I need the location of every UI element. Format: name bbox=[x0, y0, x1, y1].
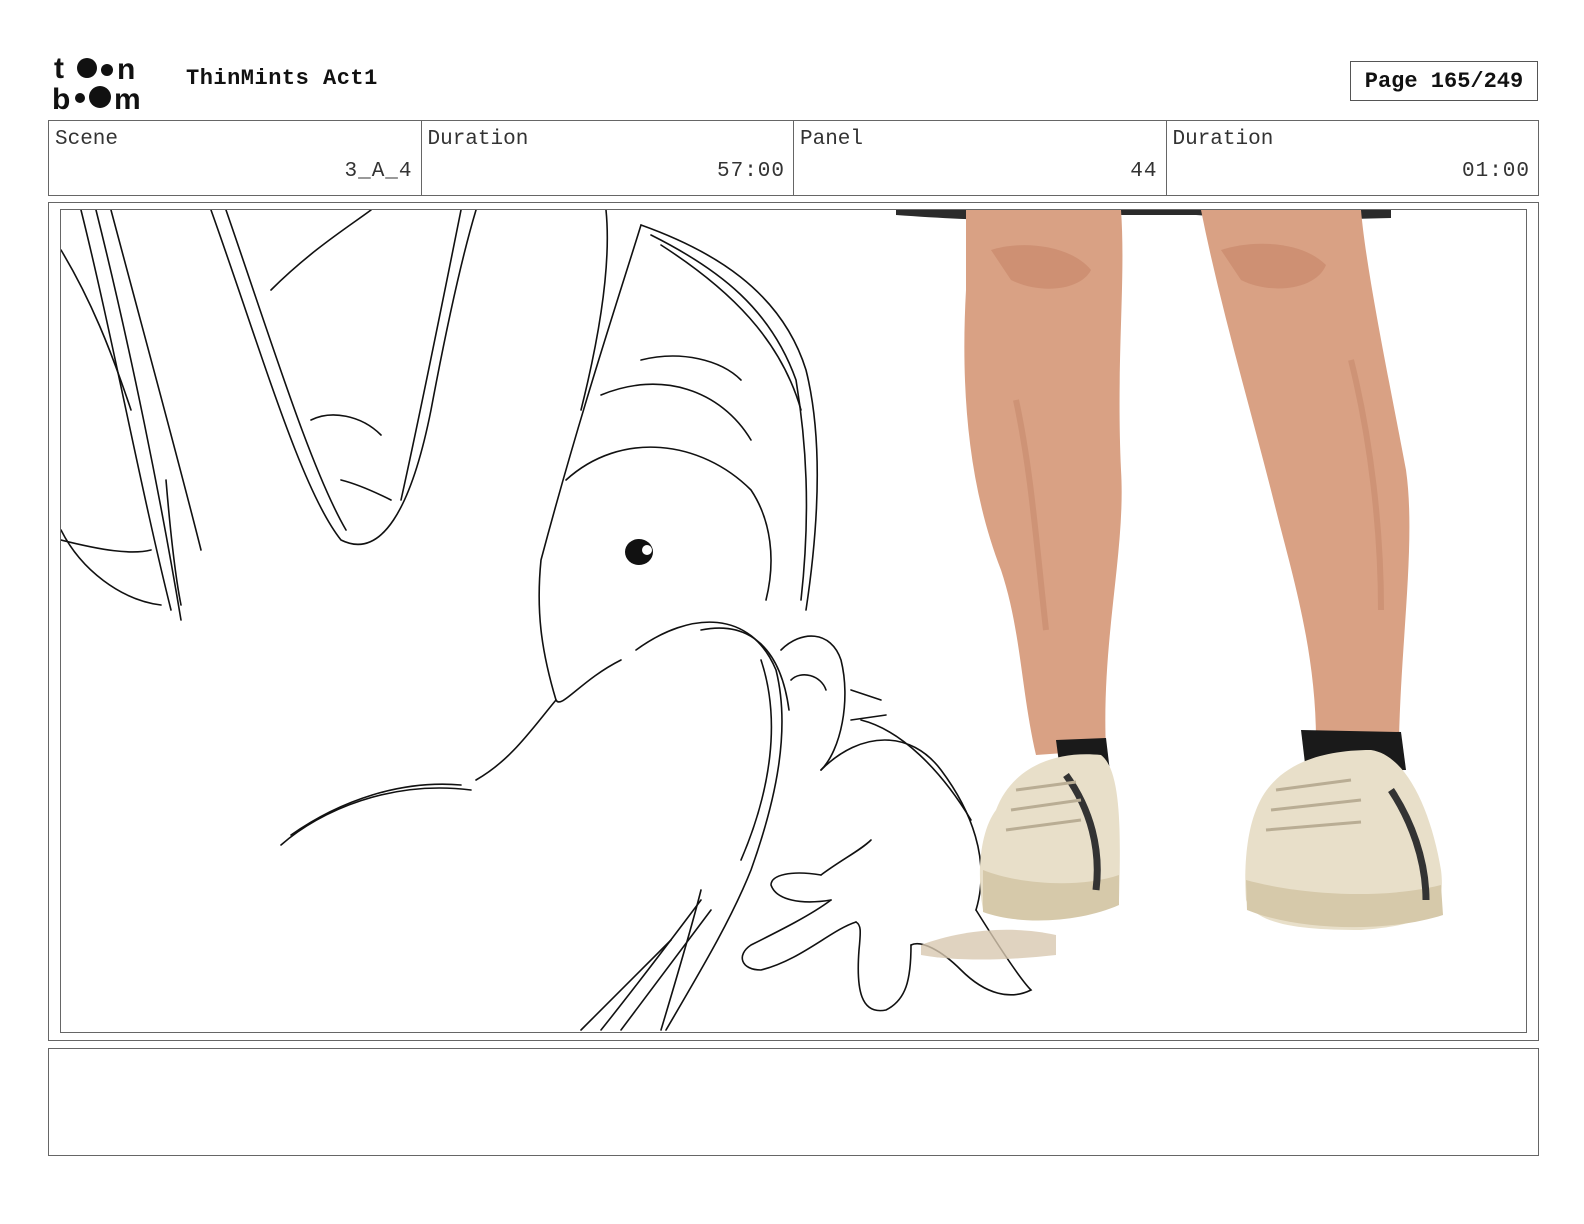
panel-duration-value: 01:00 bbox=[1461, 160, 1530, 183]
page-indicator: Page 165/249 bbox=[1350, 61, 1538, 101]
svg-text:b: b bbox=[52, 83, 70, 112]
svg-text:n: n bbox=[117, 53, 135, 86]
page-label: Page bbox=[1364, 68, 1418, 94]
panel-label: Panel bbox=[800, 128, 864, 151]
scene-duration-label: Duration bbox=[427, 128, 529, 151]
toonboom-logo-icon: t n b m bbox=[52, 52, 141, 112]
scene-duration-value: 57:00 bbox=[716, 160, 785, 183]
panel-cell: Panel 44 bbox=[794, 121, 1167, 195]
panel-duration-label: Duration bbox=[1172, 128, 1274, 151]
scene-cell: Scene 3_A_4 bbox=[49, 121, 422, 195]
scene-info-table: Scene 3_A_4 Duration 57:00 Panel 44 Dura… bbox=[48, 120, 1539, 196]
eye-mark bbox=[625, 539, 653, 565]
panel-duration-cell: Duration 01:00 bbox=[1167, 121, 1539, 195]
scene-duration-cell: Duration 57:00 bbox=[422, 121, 794, 195]
svg-text:m: m bbox=[114, 83, 141, 112]
page-number: 165/249 bbox=[1430, 68, 1524, 94]
panel-value: 44 bbox=[1130, 160, 1158, 183]
storyboard-drawing bbox=[61, 210, 1443, 1031]
svg-text:t: t bbox=[54, 52, 64, 85]
panel-notes-box bbox=[48, 1048, 1539, 1156]
scene-label: Scene bbox=[55, 128, 119, 151]
panel-image bbox=[60, 209, 1527, 1033]
project-title: ThinMints Act1 bbox=[186, 66, 378, 91]
scene-value: 3_A_4 bbox=[344, 160, 413, 183]
sketch-linework bbox=[61, 210, 1033, 1031]
